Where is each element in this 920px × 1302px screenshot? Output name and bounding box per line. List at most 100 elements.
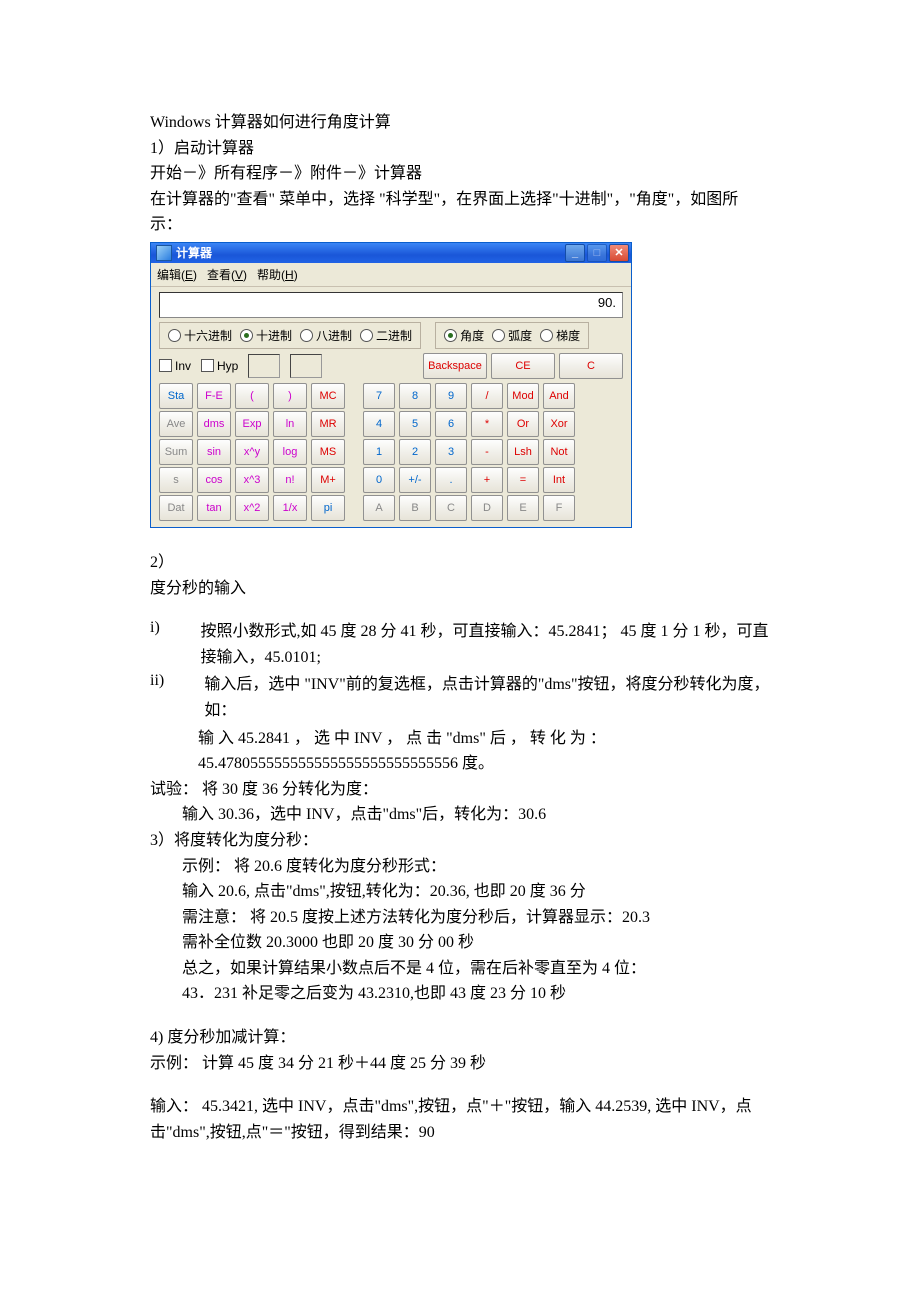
btn-b[interactable]: B — [399, 495, 431, 521]
btn-lparen[interactable]: ( — [235, 383, 269, 409]
step2a: 度分秒的输入 — [150, 576, 770, 602]
step4a: 示例： 计算 45 度 34 分 21 秒＋44 度 25 分 39 秒 — [150, 1051, 770, 1077]
btn-dat[interactable]: Dat — [159, 495, 193, 521]
radio-oct[interactable]: 八进制 — [300, 327, 352, 344]
menubar: 编辑(E) 查看(V) 帮助(H) — [151, 263, 631, 287]
checkbox-hyp[interactable]: Hyp — [201, 359, 238, 373]
step3b: 输入 20.6, 点击"dms",按钮,转化为：20.36, 也即 20 度 3… — [150, 879, 770, 905]
step1: 1）启动计算器 — [150, 136, 770, 162]
step4: 4) 度分秒加减计算： — [150, 1025, 770, 1051]
btn-dot[interactable]: . — [435, 467, 467, 493]
btn-sum[interactable]: Sum — [159, 439, 193, 465]
btn-sign[interactable]: +/- — [399, 467, 431, 493]
trial1: 试验： 将 30 度 36 分转化为度： — [150, 777, 770, 803]
menu-edit[interactable]: 编辑(E) — [157, 266, 197, 283]
item-i: 按照小数形式,如 45 度 28 分 41 秒，可直接输入：45.2841； 4… — [200, 619, 770, 670]
btn-rparen[interactable]: ) — [273, 383, 307, 409]
c-button[interactable]: C — [559, 353, 623, 379]
btn-or[interactable]: Or — [507, 411, 539, 437]
calculator-window: 计算器 _ □ ✕ 编辑(E) 查看(V) 帮助(H) 90. 十六进制 十进制… — [150, 242, 632, 528]
btn-pi[interactable]: pi — [311, 495, 345, 521]
btn-5[interactable]: 5 — [399, 411, 431, 437]
btn-3[interactable]: 3 — [435, 439, 467, 465]
radio-degrees[interactable]: 角度 — [444, 327, 484, 344]
button-grid-left: Sta F-E ( ) MC Ave dms Exp ln MR Sum sin… — [159, 383, 345, 519]
btn-exp[interactable]: Exp — [235, 411, 269, 437]
btn-log[interactable]: log — [273, 439, 307, 465]
btn-add[interactable]: + — [471, 467, 503, 493]
menu-help[interactable]: 帮助(H) — [257, 266, 298, 283]
ce-button[interactable]: CE — [491, 353, 555, 379]
btn-tan[interactable]: tan — [197, 495, 231, 521]
btn-e[interactable]: E — [507, 495, 539, 521]
step2: 2） — [150, 550, 770, 576]
paren-slot — [290, 354, 322, 378]
btn-6[interactable]: 6 — [435, 411, 467, 437]
btn-mc[interactable]: MC — [311, 383, 345, 409]
step3f: 43．231 补足零之后变为 43.2310,也即 43 度 23 分 10 秒 — [150, 981, 770, 1007]
btn-xy[interactable]: x^y — [235, 439, 269, 465]
btn-d[interactable]: D — [471, 495, 503, 521]
step1-desc: 在计算器的"查看" 菜单中，选择 "科学型"，在界面上选择"十进制"，"角度"，… — [150, 187, 770, 238]
btn-xor[interactable]: Xor — [543, 411, 575, 437]
btn-ave[interactable]: Ave — [159, 411, 193, 437]
btn-mod[interactable]: Mod — [507, 383, 539, 409]
btn-fe[interactable]: F-E — [197, 383, 231, 409]
btn-sin[interactable]: sin — [197, 439, 231, 465]
window-title: 计算器 — [176, 244, 212, 261]
btn-sta[interactable]: Sta — [159, 383, 193, 409]
btn-9[interactable]: 9 — [435, 383, 467, 409]
radio-radians[interactable]: 弧度 — [492, 327, 532, 344]
btn-cos[interactable]: cos — [197, 467, 231, 493]
btn-mul[interactable]: * — [471, 411, 503, 437]
item-ii-num: ii) — [150, 672, 180, 723]
btn-ln[interactable]: ln — [273, 411, 307, 437]
btn-x2[interactable]: x^2 — [235, 495, 269, 521]
step3e: 总之，如果计算结果小数点后不是 4 位，需在后补零直至为 4 位： — [150, 956, 770, 982]
btn-div[interactable]: / — [471, 383, 503, 409]
btn-4[interactable]: 4 — [363, 411, 395, 437]
btn-s[interactable]: s — [159, 467, 193, 493]
close-button[interactable]: ✕ — [609, 244, 629, 262]
maximize-button[interactable]: □ — [587, 244, 607, 262]
btn-dms[interactable]: dms — [197, 411, 231, 437]
btn-ms[interactable]: MS — [311, 439, 345, 465]
app-icon — [156, 245, 172, 261]
radio-dec[interactable]: 十进制 — [240, 327, 292, 344]
btn-x3[interactable]: x^3 — [235, 467, 269, 493]
btn-8[interactable]: 8 — [399, 383, 431, 409]
btn-7[interactable]: 7 — [363, 383, 395, 409]
btn-1[interactable]: 1 — [363, 439, 395, 465]
btn-lsh[interactable]: Lsh — [507, 439, 539, 465]
btn-mplus[interactable]: M+ — [311, 467, 345, 493]
btn-eq[interactable]: = — [507, 467, 539, 493]
menu-view[interactable]: 查看(V) — [207, 266, 247, 283]
btn-and[interactable]: And — [543, 383, 575, 409]
btn-0[interactable]: 0 — [363, 467, 395, 493]
angle-group: 角度 弧度 梯度 — [435, 322, 589, 349]
btn-2[interactable]: 2 — [399, 439, 431, 465]
backspace-button[interactable]: Backspace — [423, 353, 487, 379]
step3d: 需补全位数 20.3000 也即 20 度 30 分 00 秒 — [150, 930, 770, 956]
btn-1x[interactable]: 1/x — [273, 495, 307, 521]
btn-not[interactable]: Not — [543, 439, 575, 465]
titlebar[interactable]: 计算器 _ □ ✕ — [151, 243, 631, 263]
display: 90. — [159, 292, 623, 318]
btn-mr[interactable]: MR — [311, 411, 345, 437]
step3c: 需注意： 将 20.5 度按上述方法转化为度分秒后，计算器显示：20.3 — [150, 905, 770, 931]
btn-a[interactable]: A — [363, 495, 395, 521]
btn-c-hex[interactable]: C — [435, 495, 467, 521]
radio-hex[interactable]: 十六进制 — [168, 327, 232, 344]
base-group: 十六进制 十进制 八进制 二进制 — [159, 322, 421, 349]
btn-f[interactable]: F — [543, 495, 575, 521]
radio-grads[interactable]: 梯度 — [540, 327, 580, 344]
memory-slot — [248, 354, 280, 378]
checkbox-inv[interactable]: Inv — [159, 359, 191, 373]
radio-bin[interactable]: 二进制 — [360, 327, 412, 344]
btn-nfact[interactable]: n! — [273, 467, 307, 493]
btn-int[interactable]: Int — [543, 467, 575, 493]
minimize-button[interactable]: _ — [565, 244, 585, 262]
item-i-num: i) — [150, 619, 176, 670]
btn-sub[interactable]: - — [471, 439, 503, 465]
trial1a: 输入 30.36，选中 INV，点击"dms"后，转化为：30.6 — [150, 802, 770, 828]
